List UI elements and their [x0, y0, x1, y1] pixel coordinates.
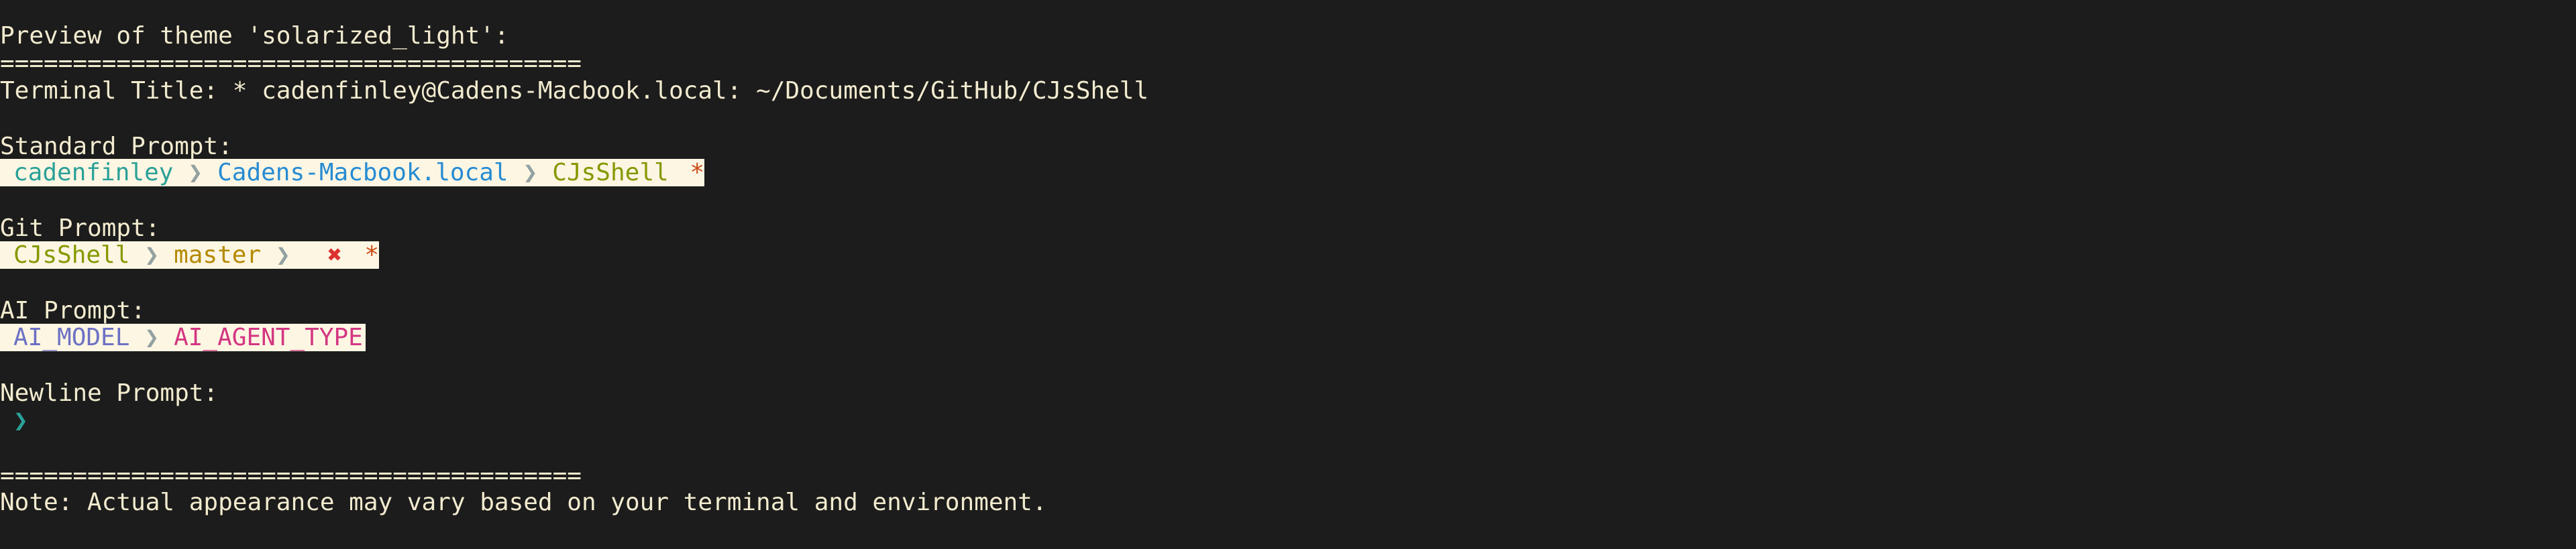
newline-prompt-symbol: ❯ [13, 407, 28, 434]
prompt-host: Cadens-Macbook.local [217, 159, 508, 186]
ai-agent-type: AI_AGENT_TYPE [174, 324, 363, 351]
divider-top: ======================================== [0, 50, 582, 77]
ai-prompt-label: AI Prompt: [0, 297, 146, 324]
terminal-window[interactable]: Preview of theme 'solarized_light': ====… [0, 0, 2576, 549]
git-prompt-preview: CJsShell ❯ master ❯ ✖ * [0, 241, 379, 269]
git-prompt-label: Git Prompt: [0, 215, 160, 242]
ai-prompt-preview: AI_MODEL ❯ AI_AGENT_TYPE [0, 324, 366, 351]
prompt-separator: ❯ [144, 324, 160, 351]
prompt-directory: CJsShell [552, 159, 669, 186]
git-dirty-icon: ✖ [327, 241, 342, 269]
prompt-separator: ❯ [276, 241, 290, 269]
git-branch: master [174, 241, 262, 269]
prompt-separator: ❯ [188, 159, 203, 186]
prompt-status-indicator: * [364, 241, 379, 269]
git-repo-name: CJsShell [13, 241, 130, 269]
preview-header: Preview of theme 'solarized_light': [0, 22, 509, 50]
ai-model: AI_MODEL [13, 324, 130, 351]
prompt-status-indicator: * [690, 159, 704, 186]
divider-bottom: ======================================== [0, 462, 582, 489]
newline-prompt-label: Newline Prompt: [0, 379, 219, 407]
standard-prompt-label: Standard Prompt: [0, 133, 233, 160]
note-text: Note: Actual appearance may vary based o… [0, 489, 1047, 516]
terminal-title-line: Terminal Title: * cadenfinley@Cadens-Mac… [0, 77, 1149, 105]
prompt-user: cadenfinley [13, 159, 174, 186]
standard-prompt-preview: cadenfinley ❯ Cadens-Macbook.local ❯ CJs… [0, 159, 704, 186]
prompt-separator: ❯ [523, 159, 538, 186]
prompt-separator: ❯ [144, 241, 160, 269]
